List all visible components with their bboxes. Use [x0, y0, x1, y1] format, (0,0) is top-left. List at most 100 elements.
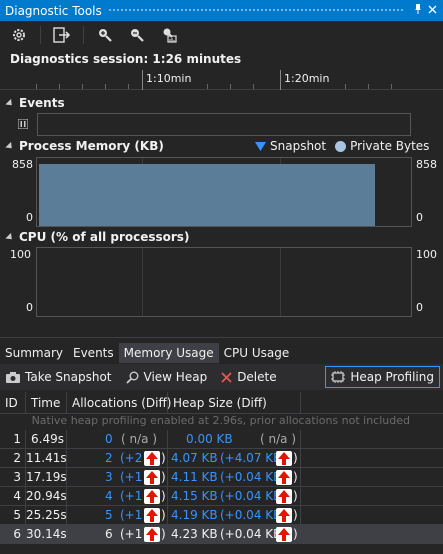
- ruler-minor-tick: [345, 84, 346, 89]
- ruler-minor-tick: [391, 84, 392, 89]
- table-row[interactable]: 4 20.94s 4 (+1 ) 4.15 KB (+0.04 KB ): [0, 487, 443, 506]
- table-row[interactable]: 1 6.49s 0 ( n/a ) 0.00 KB ( n/a ): [0, 430, 443, 449]
- cell-id: 4: [0, 487, 26, 506]
- allocations-link[interactable]: 2: [105, 449, 113, 468]
- allocations-diff[interactable]: (+1: [120, 525, 142, 544]
- increase-arrow-icon: [276, 451, 292, 466]
- window-title-bar[interactable]: Diagnostic Tools: [0, 0, 443, 21]
- heap-size-link[interactable]: 4.19 KB: [171, 506, 218, 525]
- increase-arrow-icon: [144, 489, 160, 504]
- heap-size-link[interactable]: 4.15 KB: [171, 487, 218, 506]
- tab-cpu-usage[interactable]: CPU Usage: [219, 343, 295, 363]
- ruler-major-tick: [142, 70, 143, 90]
- allocations-link[interactable]: 3: [105, 468, 113, 487]
- ruler-minor-tick: [230, 84, 231, 89]
- private-bytes-legend-icon: [335, 140, 347, 152]
- table-row[interactable]: 2 11.41s 2 (+2 ) 4.07 KB (+4.07 KB ): [0, 449, 443, 468]
- collapse-icon[interactable]: [5, 232, 15, 242]
- increase-arrow-icon: [276, 508, 292, 523]
- heap-size-link[interactable]: 0.00 KB: [186, 430, 233, 449]
- increase-arrow-icon: [276, 470, 292, 485]
- take-snapshot-button[interactable]: Take Snapshot: [6, 370, 112, 384]
- gridline: [280, 248, 281, 316]
- zoom-out-icon[interactable]: [126, 25, 148, 45]
- col-time[interactable]: Time: [26, 392, 67, 413]
- allocations-link[interactable]: 5: [105, 506, 113, 525]
- gear-icon[interactable]: [8, 25, 30, 45]
- table-row-selected[interactable]: 6 30.14s 6 (+1 ) 4.23 KB (+0.04 KB ): [0, 525, 443, 544]
- cell-heap-size: 4.19 KB (+0.04 KB ): [168, 506, 301, 525]
- collapse-icon[interactable]: [5, 98, 15, 108]
- heap-size-link[interactable]: 4.11 KB: [171, 468, 218, 487]
- cpu-chart[interactable]: [36, 247, 412, 317]
- delete-button[interactable]: Delete: [221, 370, 277, 384]
- close-paren: ): [161, 508, 166, 522]
- memory-header[interactable]: Process Memory (KB): [5, 139, 164, 153]
- heap-size-diff[interactable]: (+0.04 KB: [220, 525, 281, 544]
- events-track[interactable]: [37, 113, 411, 136]
- increase-arrow-icon: [276, 527, 292, 542]
- heap-profiling-label: Heap Profiling: [350, 370, 434, 384]
- cell-allocations: 5 (+1 ): [67, 506, 168, 525]
- close-paren: ): [161, 470, 166, 484]
- ruler-minor-tick: [207, 84, 208, 89]
- cpu-header[interactable]: CPU (% of all processors): [5, 230, 189, 244]
- collapse-icon[interactable]: [5, 141, 15, 151]
- tab-summary[interactable]: Summary: [0, 343, 68, 363]
- table-row[interactable]: 5 25.25s 5 (+1 ) 4.19 KB (+0.04 KB ): [0, 506, 443, 525]
- allocations-diff[interactable]: (+1: [120, 487, 142, 506]
- cell-allocations: 3 (+1 ): [67, 468, 168, 487]
- allocations-link[interactable]: 4: [105, 487, 113, 506]
- table-row[interactable]: 3 17.19s 3 (+1 ) 4.11 KB (+0.04 KB ): [0, 468, 443, 487]
- legend-private-bytes: Private Bytes: [350, 139, 430, 153]
- col-id[interactable]: ID: [0, 392, 26, 413]
- heap-size-diff[interactable]: (+4.07 KB: [220, 449, 281, 468]
- close-paren: ): [161, 527, 166, 541]
- toolbar-separator: [83, 25, 84, 44]
- view-heap-button[interactable]: View Heap: [125, 370, 208, 384]
- allocations-diff[interactable]: (+1: [120, 468, 142, 487]
- pause-icon[interactable]: [17, 118, 29, 132]
- cpu-y-min-right: 0: [416, 301, 423, 314]
- timeline-ruler[interactable]: 1:10min 1:20min: [0, 70, 443, 90]
- snapshot-table-header: ID Time Allocations (Diff) Heap Size (Di…: [0, 392, 443, 414]
- allocations-link[interactable]: 6: [105, 525, 113, 544]
- col-heap-size[interactable]: Heap Size (Diff): [168, 392, 301, 413]
- heap-profiling-toggle[interactable]: Heap Profiling: [325, 366, 440, 388]
- close-paren: ): [293, 527, 298, 541]
- events-header[interactable]: Events: [5, 96, 65, 110]
- allocations-link[interactable]: 0: [105, 430, 113, 449]
- close-paren: ): [293, 489, 298, 503]
- gridline: [142, 248, 143, 316]
- close-icon[interactable]: [425, 5, 439, 17]
- allocations-diff[interactable]: (+2: [120, 449, 142, 468]
- cell-time: 6.49s: [26, 430, 67, 449]
- heap-size-diff[interactable]: (+0.04 KB: [220, 487, 281, 506]
- magnifier-icon: [125, 371, 139, 384]
- memory-chart[interactable]: [36, 157, 412, 227]
- col-allocations[interactable]: Allocations (Diff): [67, 392, 171, 413]
- tab-memory-usage[interactable]: Memory Usage: [118, 343, 219, 363]
- pin-icon[interactable]: [411, 4, 425, 17]
- heap-size-link[interactable]: 4.07 KB: [171, 449, 218, 468]
- diagnostic-toolbar: [0, 21, 443, 48]
- take-snapshot-label: Take Snapshot: [25, 370, 112, 384]
- heap-size-diff[interactable]: (+0.04 KB: [220, 506, 281, 525]
- cell-id: 2: [0, 449, 26, 468]
- snapshot-table: 1 6.49s 0 ( n/a ) 0.00 KB ( n/a ) 2 11.4…: [0, 430, 443, 544]
- zoom-in-icon[interactable]: [94, 25, 116, 45]
- title-grip: [107, 8, 405, 13]
- heap-size-diff[interactable]: (+0.04 KB: [220, 468, 281, 487]
- delete-icon: [221, 371, 232, 383]
- tab-events[interactable]: Events: [68, 343, 119, 363]
- cell-time: 20.94s: [26, 487, 67, 506]
- delete-label: Delete: [237, 370, 277, 384]
- cell-heap-size: 4.07 KB (+4.07 KB ): [168, 449, 301, 468]
- reset-zoom-icon[interactable]: [158, 25, 180, 45]
- select-tools-icon[interactable]: [51, 25, 73, 45]
- view-heap-label: View Heap: [143, 370, 208, 384]
- ruler-label: 1:20min: [284, 72, 330, 85]
- allocations-diff[interactable]: (+1: [120, 506, 142, 525]
- splitter[interactable]: [0, 337, 443, 338]
- heap-size-link[interactable]: 4.23 KB: [171, 525, 218, 544]
